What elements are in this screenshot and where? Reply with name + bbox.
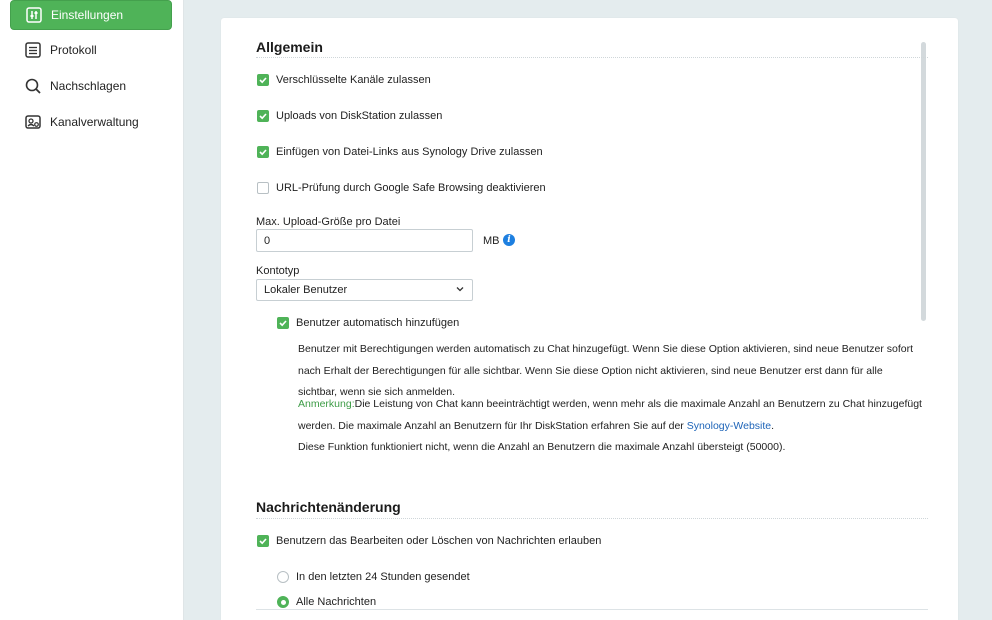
radio-label: Alle Nachrichten [296,596,377,608]
note-text: Die Leistung von Chat kann beeinträchtig… [298,398,922,432]
sidebar-item-label: Einstellungen [51,8,124,22]
radio-all-messages[interactable]: Alle Nachrichten [277,596,376,608]
checkbox-label: Verschlüsselte Kanäle zulassen [276,74,431,86]
sidebar-item-protokoll[interactable]: Protokoll [10,35,172,65]
account-type-value: Lokaler Benutzer [264,284,348,296]
radio-selected[interactable] [277,596,289,608]
note-line3: Diese Funktion funktioniert nicht, wenn … [298,441,786,453]
info-icon[interactable]: i [503,234,515,246]
checkbox-diskstation-uploads[interactable]: Uploads von DiskStation zulassen [257,110,442,122]
channel-management-icon [24,113,42,131]
sidebar: Einstellungen Protokoll Nachschlagen Kan… [0,0,184,620]
scrollbar[interactable] [921,42,926,321]
account-type-select[interactable]: Lokaler Benutzer [256,279,473,301]
upload-size-label: Max. Upload-Größe pro Datei [256,216,401,228]
checkbox-encrypted-channels[interactable]: Verschlüsselte Kanäle zulassen [257,74,431,86]
search-icon [24,77,42,95]
sidebar-item-nachschlagen[interactable]: Nachschlagen [10,71,172,101]
checkbox-label: Benutzer automatisch hinzufügen [296,317,460,329]
upload-size-unit: MB [483,235,500,247]
sidebar-item-kanalverwaltung[interactable]: Kanalverwaltung [10,107,172,137]
checkbox-unchecked[interactable] [257,182,269,194]
checkbox-label: Uploads von DiskStation zulassen [276,110,443,122]
checkbox-label: Benutzern das Bearbeiten oder Löschen vo… [276,535,602,547]
checkbox-checked[interactable] [257,110,269,122]
sidebar-item-label: Nachschlagen [50,79,127,93]
section-divider [256,518,928,519]
checkbox-safe-browsing[interactable]: URL-Prüfung durch Google Safe Browsing d… [257,182,546,194]
checkbox-checked[interactable] [257,74,269,86]
account-type-label: Kontotyp [256,265,300,277]
checkbox-allow-edit-delete[interactable]: Benutzern das Bearbeiten oder Löschen vo… [257,535,601,547]
upload-size-input[interactable] [256,229,473,252]
sidebar-item-einstellungen[interactable]: Einstellungen [10,0,172,30]
chevron-down-icon [455,284,465,297]
note-label: Anmerkung: [298,398,355,410]
checkbox-checked[interactable] [277,317,289,329]
section-title-message-edit: Nachrichtenänderung [256,499,401,515]
checkbox-label: URL-Prüfung durch Google Safe Browsing d… [276,182,546,194]
checkbox-auto-add-users[interactable]: Benutzer automatisch hinzufügen [277,317,459,329]
checkbox-checked[interactable] [257,535,269,547]
checkbox-checked[interactable] [257,146,269,158]
synology-website-link[interactable]: Synology-Website [687,420,771,432]
radio-label: In den letzten 24 Stunden gesendet [296,571,470,583]
checkbox-label: Einfügen von Datei-Links aus Synology Dr… [276,146,543,158]
log-list-icon [24,41,42,59]
note-end: . [771,419,775,432]
sidebar-item-label: Kanalverwaltung [50,115,139,129]
radio-unselected[interactable] [277,571,289,583]
settings-sliders-icon [25,6,43,24]
bottom-divider [256,609,928,610]
section-title-general: Allgemein [256,39,323,55]
sidebar-item-label: Protokoll [50,43,97,57]
content-gutter [185,0,221,620]
section-divider [256,57,928,58]
checkbox-drive-links[interactable]: Einfügen von Datei-Links aus Synology Dr… [257,146,543,158]
auto-add-note: Anmerkung:Die Leistung von Chat kann bee… [298,394,923,459]
radio-last-24h[interactable]: In den letzten 24 Stunden gesendet [277,571,470,583]
